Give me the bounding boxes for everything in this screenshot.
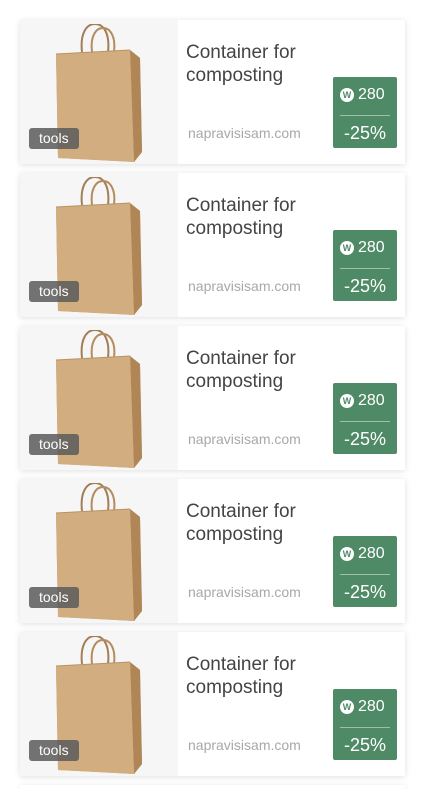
product-thumbnail[interactable]: tools <box>20 20 178 164</box>
price-divider <box>340 421 390 422</box>
price-divider <box>340 727 390 728</box>
price-badge: W 280 -25% <box>333 689 397 760</box>
product-info: Container for composting napravisisam.co… <box>178 632 405 776</box>
price-badge: W 280 -25% <box>333 230 397 301</box>
category-tag[interactable]: tools <box>29 434 79 455</box>
points-value: 280 <box>358 239 385 256</box>
product-source: napravisisam.com <box>188 737 301 753</box>
discount-value: -25% <box>343 123 387 143</box>
product-info: Container for composting napravisisam.co… <box>178 173 405 317</box>
product-card[interactable]: tools Container for composting napravisi… <box>20 20 405 164</box>
product-source: napravisisam.com <box>188 431 301 447</box>
discount-value: -25% <box>343 735 387 755</box>
product-card-partial[interactable] <box>20 785 405 789</box>
coin-icon: W <box>340 394 354 408</box>
category-tag[interactable]: tools <box>29 128 79 149</box>
product-title[interactable]: Container for composting <box>186 347 336 393</box>
product-list: tools Container for composting napravisi… <box>0 0 426 789</box>
product-title[interactable]: Container for composting <box>186 500 336 546</box>
product-source: napravisisam.com <box>188 584 301 600</box>
coin-icon: W <box>340 700 354 714</box>
product-source: napravisisam.com <box>188 278 301 294</box>
points-value: 280 <box>358 86 385 103</box>
coin-icon: W <box>340 547 354 561</box>
discount-value: -25% <box>343 429 387 449</box>
product-thumbnail[interactable]: tools <box>20 479 178 623</box>
product-card[interactable]: tools Container for composting napravisi… <box>20 479 405 623</box>
category-tag[interactable]: tools <box>29 740 79 761</box>
product-thumbnail[interactable]: tools <box>20 173 178 317</box>
product-card[interactable]: tools Container for composting napravisi… <box>20 632 405 776</box>
product-info: Container for composting napravisisam.co… <box>178 326 405 470</box>
product-title[interactable]: Container for composting <box>186 41 336 87</box>
price-badge: W 280 -25% <box>333 383 397 454</box>
price-badge: W 280 -25% <box>333 536 397 607</box>
product-thumbnail[interactable]: tools <box>20 632 178 776</box>
price-divider <box>340 268 390 269</box>
product-title[interactable]: Container for composting <box>186 653 336 699</box>
product-title[interactable]: Container for composting <box>186 194 336 240</box>
points-value: 280 <box>358 545 385 562</box>
price-divider <box>340 115 390 116</box>
category-tag[interactable]: tools <box>29 281 79 302</box>
product-info: Container for composting napravisisam.co… <box>178 20 405 164</box>
discount-value: -25% <box>343 276 387 296</box>
product-thumbnail[interactable]: tools <box>20 326 178 470</box>
product-card[interactable]: tools Container for composting napravisi… <box>20 326 405 470</box>
price-badge: W 280 -25% <box>333 77 397 148</box>
discount-value: -25% <box>343 582 387 602</box>
product-source: napravisisam.com <box>188 125 301 141</box>
points-value: 280 <box>358 698 385 715</box>
product-info: Container for composting napravisisam.co… <box>178 479 405 623</box>
points-value: 280 <box>358 392 385 409</box>
product-card[interactable]: tools Container for composting napravisi… <box>20 173 405 317</box>
category-tag[interactable]: tools <box>29 587 79 608</box>
coin-icon: W <box>340 88 354 102</box>
price-divider <box>340 574 390 575</box>
coin-icon: W <box>340 241 354 255</box>
